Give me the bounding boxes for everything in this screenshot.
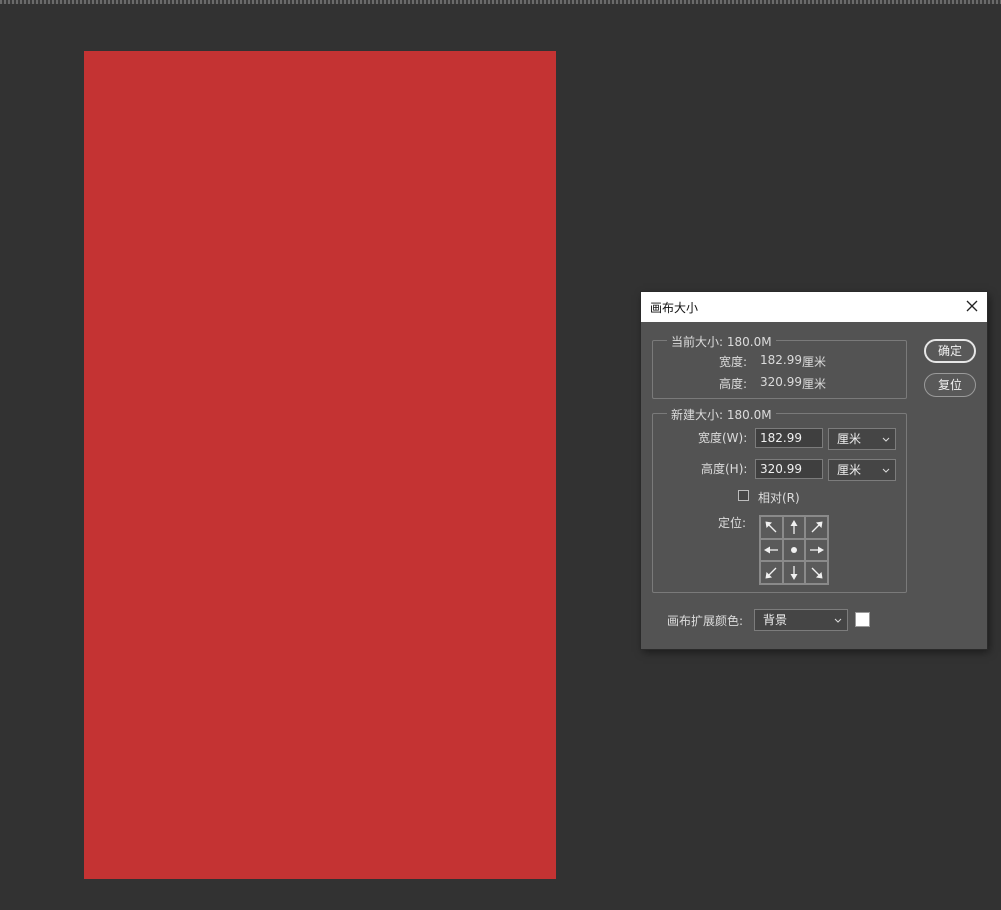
anchor-grid [759, 515, 829, 585]
extension-color-label: 画布扩展颜色: [667, 614, 744, 628]
close-icon[interactable] [963, 297, 981, 315]
relative-checkbox[interactable] [738, 490, 749, 501]
anchor-top-right[interactable] [805, 516, 828, 539]
dialog-titlebar[interactable]: 画布大小 [641, 292, 987, 322]
current-width-value: 182.99 [760, 353, 802, 367]
workspace: 画布大小 当前大小: 180.0M 宽度: 182.99 厘米 高度: 320.… [0, 0, 1001, 910]
anchor-label: 定位: [718, 516, 747, 530]
anchor-right[interactable] [805, 538, 828, 562]
new-size-legend: 新建大小: 180.0M [667, 406, 776, 423]
anchor-left[interactable] [760, 538, 783, 562]
current-height-label: 高度: [719, 377, 748, 391]
new-height-unit-select[interactable]: 厘米 [828, 459, 896, 481]
chevron-down-icon [834, 618, 842, 623]
canvas-size-dialog: 画布大小 当前大小: 180.0M 宽度: 182.99 厘米 高度: 320.… [641, 292, 987, 649]
ok-button[interactable]: 确定 [924, 339, 976, 363]
anchor-top-left[interactable] [760, 516, 783, 539]
arrow-up-icon [790, 520, 798, 535]
arrow-down-left-icon [765, 567, 777, 579]
chevron-down-icon [882, 468, 890, 473]
dialog-title: 画布大小 [650, 301, 699, 315]
chevron-down-icon [882, 437, 890, 442]
arrow-down-right-icon [811, 567, 823, 579]
new-width-label: 宽度(W): [698, 431, 748, 445]
anchor-bottom[interactable] [782, 561, 806, 584]
arrow-left-icon [764, 546, 779, 554]
extension-color-select[interactable]: 背景 [754, 609, 848, 631]
new-width-unit-value: 厘米 [837, 432, 862, 446]
new-width-input[interactable]: 182.99 [755, 428, 823, 448]
new-width-unit-select[interactable]: 厘米 [828, 428, 896, 450]
document-canvas[interactable] [84, 51, 556, 879]
top-ruler-strip [0, 0, 1001, 4]
center-dot-icon [790, 546, 797, 553]
arrow-down-icon [790, 565, 798, 580]
anchor-bottom-right[interactable] [805, 561, 828, 584]
current-size-group: 当前大小: 180.0M 宽度: 182.99 厘米 高度: 320.99 厘米 [652, 333, 907, 399]
arrow-up-right-icon [811, 521, 823, 533]
current-width-unit: 厘米 [802, 355, 827, 369]
extension-color-swatch[interactable] [855, 612, 870, 627]
current-width-label: 宽度: [719, 355, 748, 369]
current-size-legend: 当前大小: 180.0M [667, 333, 776, 350]
new-height-unit-value: 厘米 [837, 463, 862, 477]
arrow-up-left-icon [765, 521, 777, 533]
relative-label[interactable]: 相对(R) [758, 489, 800, 506]
anchor-bottom-left[interactable] [760, 561, 783, 584]
new-height-label: 高度(H): [701, 462, 748, 476]
new-height-input[interactable]: 320.99 [755, 459, 823, 479]
reset-button[interactable]: 复位 [924, 373, 976, 397]
anchor-top[interactable] [782, 516, 806, 539]
extension-color-value: 背景 [763, 613, 788, 627]
current-height-value: 320.99 [760, 375, 802, 389]
arrow-right-icon [809, 546, 824, 554]
current-height-unit: 厘米 [802, 377, 827, 391]
anchor-center[interactable] [782, 538, 806, 562]
